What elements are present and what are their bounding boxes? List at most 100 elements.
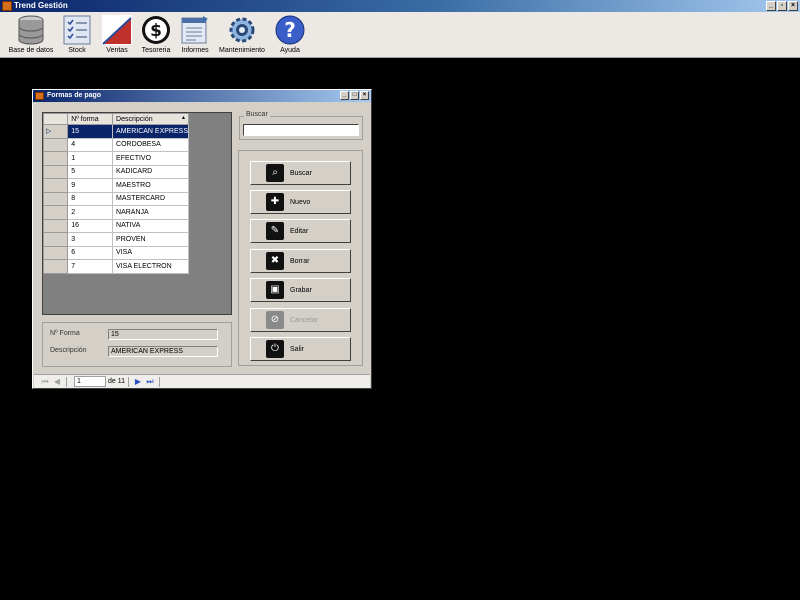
- table-row[interactable]: 4 CORDOBESA: [42, 137, 189, 152]
- child-close-icon[interactable]: ×: [360, 91, 369, 100]
- child-maximize-icon[interactable]: □: [350, 91, 359, 100]
- grabar-label: Grabar: [290, 286, 312, 294]
- save-icon: ▣: [266, 281, 284, 299]
- gear-icon: [229, 17, 255, 43]
- nav-separator: [128, 376, 129, 387]
- cell-descripcion[interactable]: KADICARD: [112, 164, 189, 179]
- column-header-descripcion[interactable]: Descripción ▴: [112, 113, 189, 125]
- row-header[interactable]: [42, 191, 69, 206]
- cell-numero[interactable]: 15: [67, 124, 114, 139]
- row-header[interactable]: [42, 218, 69, 233]
- payment-methods-grid[interactable]: Nº forma Descripción ▴ ▷ 15 AMERICAN EXPRES…: [42, 112, 232, 315]
- table-row[interactable]: 6 VISA: [42, 245, 189, 260]
- first-record-icon[interactable]: ⏮: [39, 376, 51, 388]
- cell-numero[interactable]: 16: [67, 218, 114, 233]
- table-row[interactable]: 16 NATIVA: [42, 218, 189, 233]
- help-icon: ?: [275, 15, 305, 45]
- table-row[interactable]: 5 KADICARD: [42, 164, 189, 179]
- nav-separator: [159, 376, 160, 387]
- numero-forma-label: Nº Forma: [50, 330, 80, 337]
- plus-icon: ✚: [266, 193, 284, 211]
- cell-descripcion[interactable]: MASTERCARD: [112, 191, 189, 206]
- previous-record-icon[interactable]: ◀: [51, 376, 63, 388]
- current-row-indicator-icon[interactable]: ▷: [42, 124, 69, 139]
- cell-descripcion[interactable]: AMERICAN EXPRESS: [112, 124, 189, 139]
- table-row[interactable]: 8 MASTERCARD: [42, 191, 189, 206]
- cell-descripcion[interactable]: VISA: [112, 245, 189, 260]
- minimize-icon[interactable]: _: [766, 1, 776, 11]
- pencil-icon: ✎: [266, 222, 284, 240]
- search-group: Buscar: [239, 111, 363, 140]
- row-header[interactable]: [42, 151, 69, 166]
- cell-numero[interactable]: 1: [67, 151, 114, 166]
- formas-de-pago-window: Formas de pago _ □ × Nº forma Descripció…: [32, 89, 372, 389]
- descripcion-field[interactable]: AMERICAN EXPRESS: [108, 346, 218, 357]
- next-record-icon[interactable]: ▶: [132, 376, 144, 388]
- table-row[interactable]: 9 MAESTRO: [42, 178, 189, 193]
- cancel-icon: ⊘: [266, 311, 284, 329]
- toolbar-informes-button[interactable]: Informes: [179, 14, 211, 54]
- search-input[interactable]: [243, 124, 359, 136]
- cell-numero[interactable]: 4: [67, 137, 114, 152]
- page-count-label: de 11: [108, 378, 125, 385]
- row-header[interactable]: [42, 164, 69, 179]
- toolbar-ayuda-button[interactable]: ? Ayuda: [275, 14, 305, 54]
- app-title: Trend Gestión: [14, 1, 68, 10]
- table-row[interactable]: 7 VISA ELECTRON: [42, 259, 189, 274]
- cell-descripcion[interactable]: VISA ELECTRON: [112, 259, 189, 274]
- page-number-input[interactable]: 1: [74, 376, 106, 387]
- buscar-button[interactable]: ⌕ Buscar: [250, 161, 351, 185]
- child-title-bar: Formas de pago _ □ ×: [33, 90, 371, 102]
- numero-forma-field[interactable]: 15: [108, 329, 218, 340]
- row-header[interactable]: [42, 205, 69, 220]
- editar-button[interactable]: ✎ Editar: [250, 219, 351, 243]
- cell-descripcion[interactable]: CORDOBESA: [112, 137, 189, 152]
- delete-icon: ✖: [266, 252, 284, 270]
- toolbar-mantenimiento-button[interactable]: Mantenimiento: [218, 14, 266, 54]
- toolbar-database-button[interactable]: Base de datos: [8, 14, 54, 54]
- table-row[interactable]: 1 EFECTIVO: [42, 151, 189, 166]
- cell-descripcion[interactable]: NARANJA: [112, 205, 189, 220]
- row-header[interactable]: [42, 178, 69, 193]
- main-toolbar: Base de datos Stock Ventas $ Tesoreria I…: [0, 12, 800, 58]
- grabar-button[interactable]: ▣ Grabar: [250, 278, 351, 302]
- app-title-bar: Trend Gestión _ ▫ ×: [0, 0, 800, 12]
- column-header-numero[interactable]: Nº forma: [67, 113, 114, 125]
- cell-numero[interactable]: 8: [67, 191, 114, 206]
- row-header[interactable]: [42, 259, 69, 274]
- child-minimize-icon[interactable]: _: [340, 91, 349, 100]
- cancelar-button[interactable]: ⊘ Cancelar: [250, 308, 351, 332]
- cell-descripcion[interactable]: EFECTIVO: [112, 151, 189, 166]
- editar-label: Editar: [290, 227, 309, 235]
- toolbar-stock-button[interactable]: Stock: [62, 14, 92, 54]
- nuevo-button[interactable]: ✚ Nuevo: [250, 190, 351, 214]
- close-icon[interactable]: ×: [788, 1, 798, 11]
- record-navigator: ⏮ ◀ 1 de 11 ▶ ⏭: [34, 374, 370, 388]
- row-header[interactable]: [42, 137, 69, 152]
- cell-descripcion[interactable]: NATIVA: [112, 218, 189, 233]
- database-icon: [18, 15, 44, 45]
- restore-icon[interactable]: ▫: [777, 1, 787, 11]
- cell-numero[interactable]: 3: [67, 232, 114, 247]
- sales-chart-icon: [102, 15, 132, 45]
- power-icon: ⏻: [266, 340, 284, 358]
- cell-numero[interactable]: 2: [67, 205, 114, 220]
- table-row[interactable]: 2 NARANJA: [42, 205, 189, 220]
- table-row[interactable]: 3 PROVEN: [42, 232, 189, 247]
- toolbar-tesoreria-button[interactable]: $ Tesoreria: [138, 14, 174, 54]
- checklist-icon: [63, 15, 91, 45]
- last-record-icon[interactable]: ⏭: [144, 376, 156, 388]
- svg-text:?: ?: [284, 18, 296, 42]
- cell-numero[interactable]: 9: [67, 178, 114, 193]
- row-header[interactable]: [42, 232, 69, 247]
- cell-numero[interactable]: 5: [67, 164, 114, 179]
- toolbar-ventas-button[interactable]: Ventas: [100, 14, 134, 54]
- cell-numero[interactable]: 7: [67, 259, 114, 274]
- salir-button[interactable]: ⏻ Salir: [250, 337, 351, 361]
- borrar-button[interactable]: ✖ Borrar: [250, 249, 351, 273]
- table-row[interactable]: ▷ 15 AMERICAN EXPRESS: [42, 124, 189, 139]
- cell-numero[interactable]: 6: [67, 245, 114, 260]
- cell-descripcion[interactable]: MAESTRO: [112, 178, 189, 193]
- cell-descripcion[interactable]: PROVEN: [112, 232, 189, 247]
- row-header[interactable]: [42, 245, 69, 260]
